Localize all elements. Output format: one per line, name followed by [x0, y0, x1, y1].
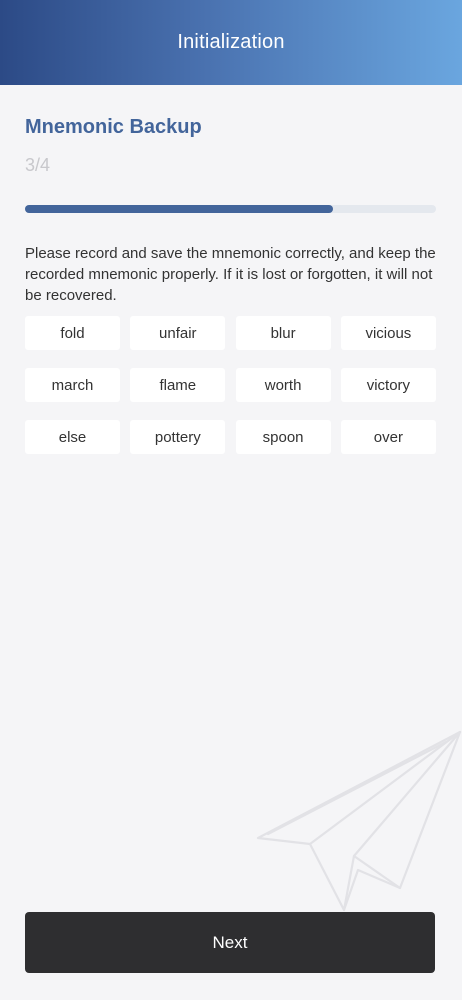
mnemonic-word: over: [340, 420, 436, 454]
mnemonic-word: fold: [25, 316, 120, 350]
mnemonic-word: vicious: [340, 316, 436, 350]
mnemonic-word-grid: fold unfair blur vicious march flame wor…: [25, 316, 436, 454]
app-header: Initialization: [0, 0, 462, 85]
mnemonic-word: else: [25, 420, 120, 454]
instructions-text: Please record and save the mnemonic corr…: [25, 245, 436, 304]
mnemonic-word: victory: [340, 368, 436, 402]
mnemonic-word: worth: [235, 368, 331, 402]
mnemonic-word: march: [25, 368, 120, 402]
step-indicator: 3/4: [25, 155, 51, 175]
page-title: Mnemonic Backup: [25, 116, 202, 138]
mnemonic-word: unfair: [130, 316, 226, 350]
next-button[interactable]: Next: [25, 912, 435, 973]
header-title: Initialization: [177, 31, 285, 53]
progress-bar: [25, 205, 436, 213]
mnemonic-word: spoon: [235, 420, 331, 454]
mnemonic-word: pottery: [130, 420, 226, 454]
paper-plane-icon: [256, 730, 462, 912]
mnemonic-word: flame: [130, 368, 226, 402]
progress-fill: [25, 205, 334, 213]
mnemonic-word: blur: [235, 316, 331, 350]
